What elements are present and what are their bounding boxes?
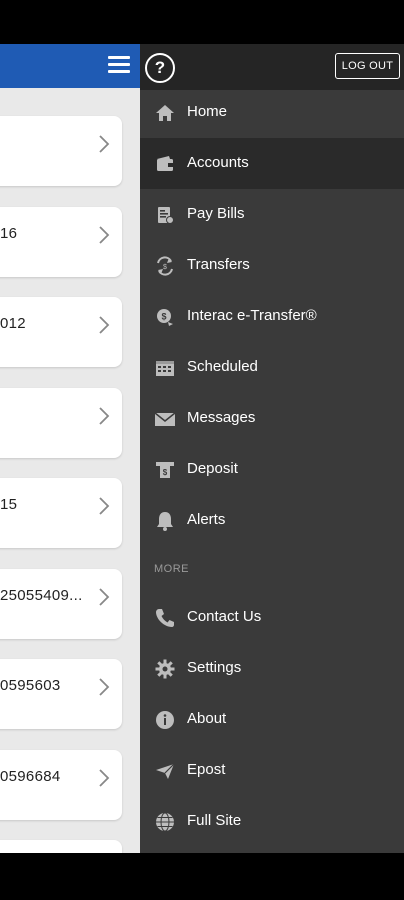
info-icon <box>156 711 174 729</box>
calendar-icon <box>156 361 174 376</box>
home-icon <box>156 105 174 121</box>
account-card[interactable] <box>0 388 122 458</box>
menu-item-label: Scheduled <box>187 358 258 375</box>
accounts-screen: 16 012 15 25055409... 0595603 0596684 <box>0 44 140 853</box>
chevron-right-icon <box>99 316 110 334</box>
svg-text:$: $ <box>161 312 166 322</box>
deposit-icon: $ <box>156 462 174 478</box>
chevron-right-icon <box>99 678 110 696</box>
drawer-header: ? LOG OUT <box>140 44 404 90</box>
chevron-right-icon <box>99 588 110 606</box>
transfers-icon: $ <box>157 256 173 276</box>
account-card[interactable] <box>0 116 122 186</box>
account-number: 0596684 <box>0 768 61 785</box>
account-card[interactable]: 0595603 <box>0 659 122 729</box>
hamburger-menu-icon[interactable] <box>108 56 130 74</box>
menu-item-contact-us[interactable]: Contact Us <box>140 592 404 643</box>
menu-item-about[interactable]: About <box>140 694 404 745</box>
chevron-right-icon <box>99 497 110 515</box>
etransfer-icon: $ <box>157 309 173 326</box>
navigation-drawer: ? LOG OUT Home Accounts Pay Bills $ Tran… <box>140 44 404 853</box>
menu-item-label: Pay Bills <box>187 205 245 222</box>
menu-item-label: Alerts <box>187 511 226 528</box>
gear-icon <box>155 659 175 679</box>
menu-item-settings[interactable]: Settings <box>140 643 404 694</box>
envelope-icon <box>154 412 176 426</box>
menu-item-full-site[interactable]: Full Site <box>140 796 404 847</box>
navigation-bar <box>0 853 404 900</box>
app-header <box>0 44 140 88</box>
account-card[interactable] <box>0 840 122 853</box>
menu-item-pay-bills[interactable]: Pay Bills <box>140 189 404 240</box>
logout-button[interactable]: LOG OUT <box>335 53 400 79</box>
menu-item-epost[interactable]: Epost <box>140 745 404 796</box>
account-card[interactable]: 0596684 <box>0 750 122 820</box>
account-number: 15 <box>0 496 18 513</box>
menu-item-label: Full Site <box>187 812 242 829</box>
pay-bills-icon <box>158 207 174 224</box>
menu-item-label: Settings <box>187 659 242 676</box>
menu-item-label: Accounts <box>187 154 249 171</box>
account-card[interactable]: 012 <box>0 297 122 367</box>
globe-icon <box>156 812 174 832</box>
account-card[interactable]: 16 <box>0 207 122 277</box>
chevron-right-icon <box>99 135 110 153</box>
menu-item-label: Epost <box>187 761 226 778</box>
menu-item-interac-etransfer[interactable]: $ Interac e-Transfer® <box>140 291 404 342</box>
menu-item-deposit[interactable]: $ Deposit <box>140 444 404 495</box>
account-card[interactable]: 25055409... <box>0 569 122 639</box>
status-bar <box>0 0 404 44</box>
account-number: 0595603 <box>0 677 61 694</box>
more-section-heading: MORE <box>154 563 189 575</box>
menu-item-label: Contact Us <box>187 608 262 625</box>
menu-item-home[interactable]: Home <box>140 87 404 138</box>
menu-item-label: Deposit <box>187 460 238 477</box>
menu-item-messages[interactable]: Messages <box>140 393 404 444</box>
account-number: 25055409... <box>0 587 83 604</box>
account-card[interactable]: 15 <box>0 478 122 548</box>
phone-icon <box>156 609 174 627</box>
chevron-right-icon <box>99 407 110 425</box>
svg-text:$: $ <box>163 264 167 271</box>
menu-item-label: Messages <box>187 409 256 426</box>
help-button[interactable]: ? <box>145 53 175 83</box>
wallet-icon <box>157 156 173 171</box>
chevron-right-icon <box>99 769 110 787</box>
menu-item-scheduled[interactable]: Scheduled <box>140 342 404 393</box>
menu-item-alerts[interactable]: Alerts <box>140 495 404 546</box>
bell-icon <box>157 512 173 531</box>
menu-item-label: Transfers <box>187 256 250 273</box>
account-number: 16 <box>0 225 18 242</box>
menu-item-transfers[interactable]: $ Transfers <box>140 240 404 291</box>
menu-item-accounts[interactable]: Accounts <box>140 138 404 189</box>
svg-text:$: $ <box>163 468 168 477</box>
menu-item-label: About <box>187 710 227 727</box>
menu-item-label: Home <box>187 103 228 120</box>
account-number: 012 <box>0 315 26 332</box>
menu-item-label: Interac e-Transfer® <box>187 307 317 324</box>
chevron-right-icon <box>99 226 110 244</box>
paper-plane-icon <box>156 763 175 779</box>
